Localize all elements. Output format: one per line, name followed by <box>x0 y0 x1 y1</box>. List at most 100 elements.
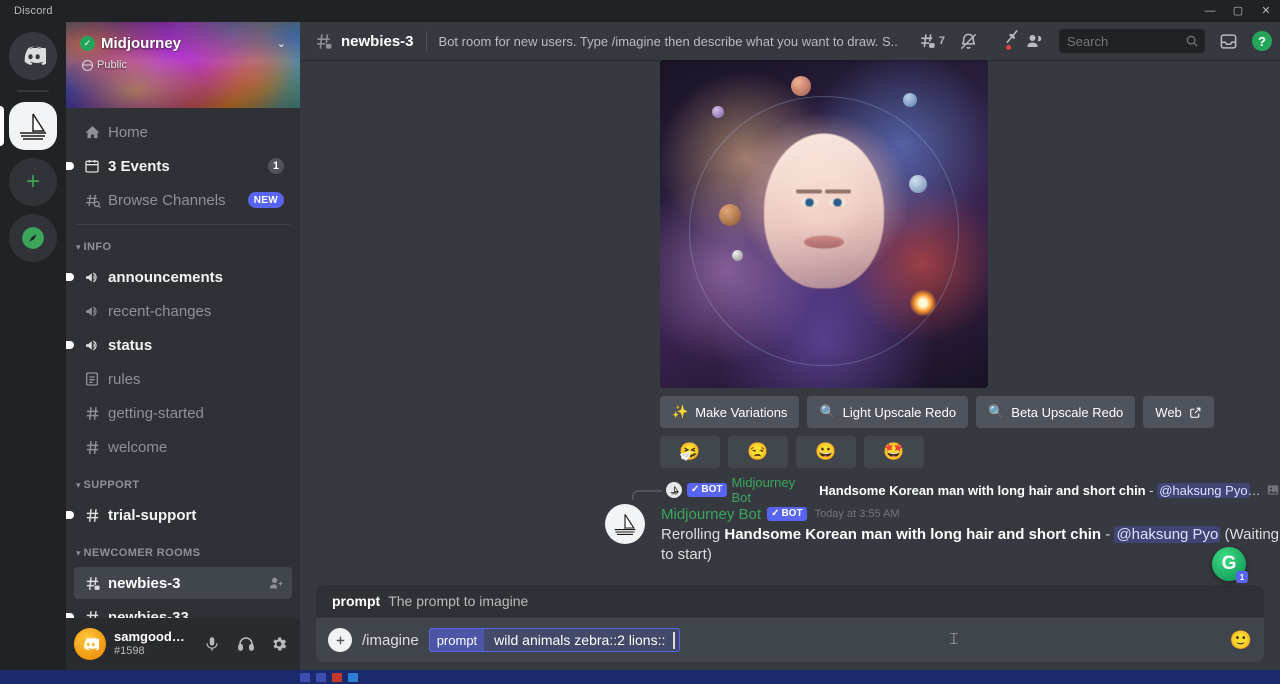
reply-mention[interactable]: @haksung Pyo <box>1157 482 1250 498</box>
maximize-button[interactable]: ▢ <box>1224 0 1252 22</box>
sidebar-item-browse-channels[interactable]: Browse Channels NEW <box>74 184 292 216</box>
reaction-star-struck-face[interactable]: 🤩 <box>864 436 924 468</box>
sidebar-item-rules[interactable]: rules <box>74 363 292 395</box>
light-upscale-redo-button[interactable]: 🔍 Light Upscale Redo <box>807 396 969 428</box>
image-eye <box>801 198 819 207</box>
add-member-icon[interactable] <box>268 575 284 591</box>
image-face <box>764 133 884 289</box>
events-count-badge: 1 <box>267 158 284 174</box>
reply-reference[interactable]: ✓ BOT Midjourney Bot Handsome Korean man… <box>300 475 1280 505</box>
forum-channel-icon <box>82 575 102 592</box>
make-variations-button[interactable]: ✨ Make Variations <box>660 396 800 428</box>
sidebar-item-trial-support[interactable]: trial-support <box>66 499 292 531</box>
server-banner[interactable]: ✓ Midjourney ⌄ Public <box>66 22 300 108</box>
unread-indicator <box>66 273 74 281</box>
sidebar-item-label-events: 3 Events <box>108 157 170 175</box>
message-input-bar[interactable]: /imagine prompt wild animals zebra::2 li… <box>316 618 1264 662</box>
avatar[interactable] <box>605 504 645 544</box>
sidebar-item-getting-started[interactable]: getting-started <box>74 397 292 429</box>
message-row[interactable]: Midjourney Bot ✓ BOT Today at 3:55 AM Re… <box>300 502 1280 566</box>
sidebar-item-newbies-33[interactable]: newbies-33 <box>66 601 292 618</box>
attachment-icon[interactable] <box>328 628 352 652</box>
threads-icon[interactable]: 7 <box>918 32 945 51</box>
rail-item-discord-home[interactable] <box>9 32 57 80</box>
chevron-down-icon: ▾ <box>76 479 81 490</box>
reaction-sneezing-face[interactable]: 🤧 <box>660 436 720 468</box>
message-input-area: prompt The prompt to imagine G 1 /imagin… <box>300 547 1280 670</box>
message-separator: - <box>1101 526 1115 543</box>
server-rail: + <box>0 22 66 670</box>
taskbar-item[interactable] <box>300 672 310 682</box>
threads-count: 7 <box>938 35 945 47</box>
sidebar-item-status[interactable]: status <box>66 329 292 361</box>
microphone-icon[interactable] <box>199 631 225 657</box>
taskbar-item[interactable] <box>332 672 342 682</box>
category-label-support: SUPPORT <box>83 479 140 491</box>
grammarly-badge: 1 <box>1236 571 1248 583</box>
user-panel: samgoodw... #1598 <box>66 618 300 670</box>
sidebar-item-events[interactable]: 3 Events 1 <box>66 150 292 182</box>
sidebar-item-announcements[interactable]: announcements <box>66 261 292 293</box>
generated-image[interactable] <box>660 60 988 388</box>
taskbar-item[interactable] <box>316 672 326 682</box>
announcement-channel-icon <box>82 269 102 286</box>
channel-list[interactable]: Home 3 Events 1 Browse Channels NEW ▾ IN… <box>66 108 300 618</box>
beta-upscale-redo-button[interactable]: 🔍 Beta Upscale Redo <box>976 396 1136 428</box>
category-newcomer-rooms[interactable]: ▾ NEWCOMER ROOMS <box>74 541 292 565</box>
reply-author[interactable]: Midjourney Bot <box>732 475 815 505</box>
reaction-buttons: 🤧 😒 😀 🤩 <box>660 436 1280 468</box>
message-list[interactable]: ✨ Make Variations 🔍 Light Upscale Redo 🔍… <box>300 60 1280 585</box>
rail-item-add-server[interactable]: + <box>9 158 57 206</box>
command-argument-value[interactable]: wild animals zebra::2 lions:: <box>484 629 673 651</box>
pinned-messages-icon[interactable] <box>992 29 1018 51</box>
member-list-icon[interactable] <box>1025 31 1045 51</box>
taskbar-item[interactable] <box>348 672 358 682</box>
external-link-icon <box>1189 406 1202 419</box>
inbox-icon[interactable] <box>1219 32 1238 51</box>
rail-item-explore-servers[interactable] <box>9 214 57 262</box>
reaction-grinning-face[interactable]: 😀 <box>796 436 856 468</box>
search-input[interactable]: Search <box>1059 29 1205 53</box>
os-taskbar <box>0 670 1280 684</box>
sidebar-item-newbies-3[interactable]: newbies-3 <box>74 567 292 599</box>
message-mention[interactable]: @haksung Pyo <box>1114 526 1221 543</box>
minimize-button[interactable]: — <box>1196 0 1224 22</box>
message-author[interactable]: Midjourney Bot <box>661 506 761 523</box>
sidebar-item-label-trial-support: trial-support <box>108 506 197 524</box>
add-server-icon: + <box>9 158 57 206</box>
hash-icon <box>82 405 102 422</box>
channel-header: newbies-3 Bot room for new users. Type /… <box>300 22 1280 60</box>
emoji-picker-icon[interactable]: 🙂 <box>1228 627 1254 653</box>
pin-alert-dot <box>1005 43 1012 51</box>
user-info[interactable]: samgoodw... #1598 <box>114 630 191 658</box>
close-button[interactable]: ✕ <box>1252 0 1280 22</box>
server-header[interactable]: ✓ Midjourney ⌄ <box>80 35 288 52</box>
unread-indicator <box>66 162 74 170</box>
sidebar-item-home[interactable]: Home <box>74 116 292 148</box>
user-name: samgoodw... <box>114 629 192 644</box>
message-content: Rerolling Handsome Korean man with long … <box>661 525 1280 566</box>
light-upscale-redo-label: Light Upscale Redo <box>842 404 957 420</box>
grammarly-icon[interactable]: G 1 <box>1212 547 1248 583</box>
sidebar-item-label-recent-changes: recent-changes <box>108 302 212 320</box>
header-divider <box>425 31 427 51</box>
message-prompt-text: Handsome Korean man with long hair and s… <box>724 526 1102 543</box>
reaction-unamused-face[interactable]: 😒 <box>728 436 788 468</box>
headset-icon[interactable] <box>233 631 259 657</box>
category-info[interactable]: ▾ INFO <box>74 235 292 259</box>
avatar[interactable] <box>74 628 106 660</box>
notification-muted-icon[interactable] <box>959 32 978 51</box>
sidebar-item-welcome[interactable]: welcome <box>74 431 292 463</box>
help-icon[interactable]: ? <box>1252 31 1272 51</box>
bot-check-icon: ✓ <box>691 484 700 495</box>
chevron-down-icon[interactable]: ⌄ <box>277 37 288 50</box>
gear-icon[interactable] <box>266 631 292 657</box>
channel-topic[interactable]: Bot room for new users. Type /imagine th… <box>439 34 910 49</box>
rail-item-midjourney-server[interactable] <box>0 102 57 150</box>
category-support[interactable]: ▾ SUPPORT <box>74 473 292 497</box>
sidebar-item-recent-changes[interactable]: recent-changes <box>74 295 292 327</box>
command-argument-pill[interactable]: prompt wild animals zebra::2 lions:: <box>428 628 680 652</box>
image-eyebrow <box>796 189 823 194</box>
web-button[interactable]: Web <box>1143 396 1214 428</box>
verified-badge-icon: ✓ <box>80 36 95 51</box>
